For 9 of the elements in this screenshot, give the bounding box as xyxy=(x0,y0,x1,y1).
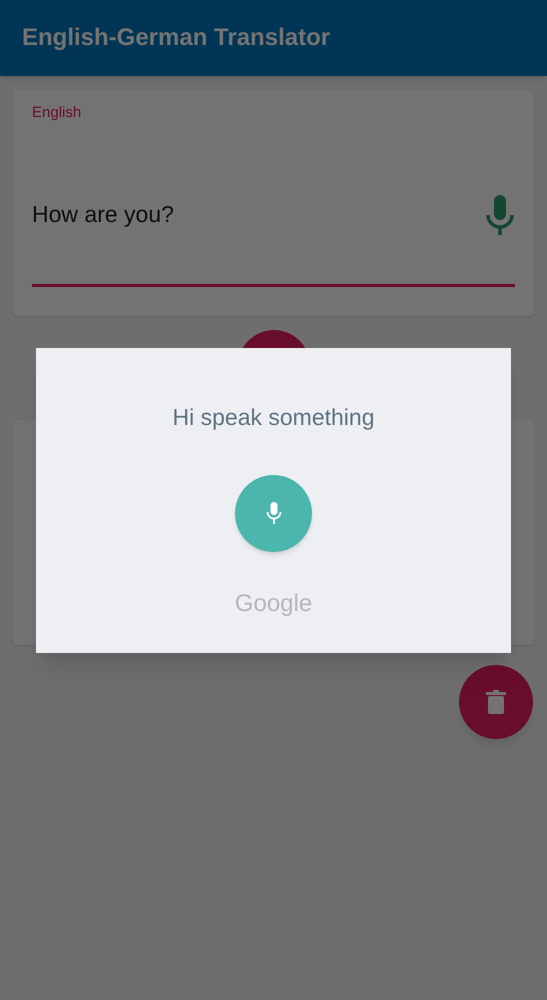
dialog-prompt: Hi speak something xyxy=(172,403,374,432)
google-logo: Google xyxy=(234,588,312,618)
trash-icon xyxy=(486,690,506,714)
microphone-icon xyxy=(266,502,282,524)
input-text: How are you? xyxy=(32,200,174,229)
field-label: English xyxy=(32,103,82,123)
text-field[interactable]: How are you? xyxy=(32,194,515,286)
microphone-icon[interactable] xyxy=(485,194,515,234)
app-title: English-German Translator xyxy=(22,23,330,53)
